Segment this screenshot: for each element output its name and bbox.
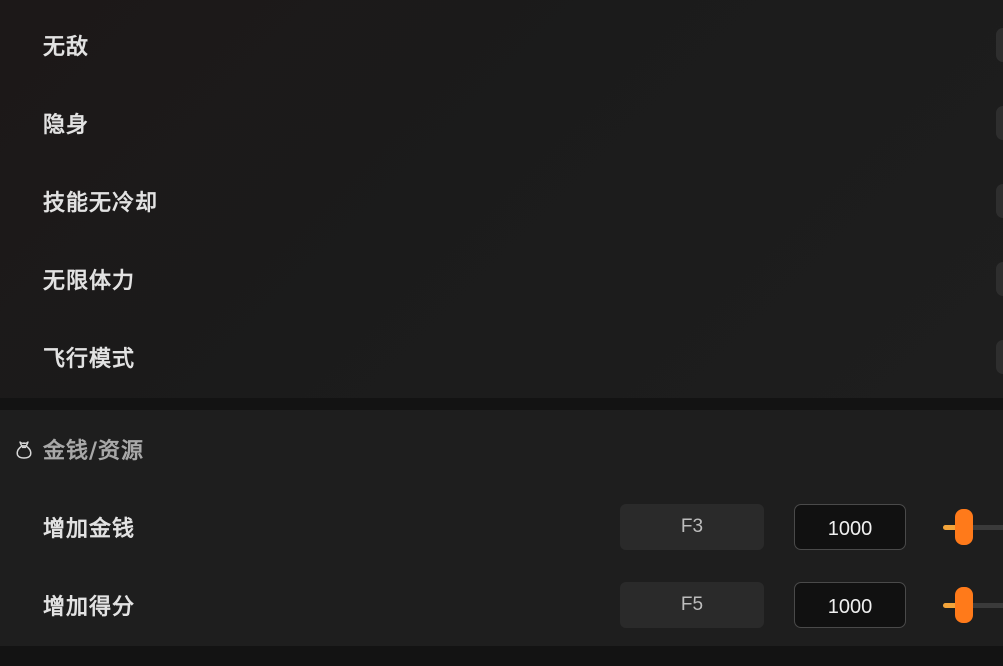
toggle-row-stealth[interactable]: 隐身 (0, 84, 1003, 162)
toggle-switch[interactable] (996, 28, 1003, 62)
cheat-menu: 无敌 隐身 技能无冷却 无限体力 飞行模式 金钱/资源 增加金钱 F3 1000… (0, 0, 1003, 666)
toggle-row-invincible[interactable]: 无敌 (0, 6, 1003, 84)
amount-input[interactable]: 1000 (794, 504, 906, 550)
slider-thumb[interactable] (955, 587, 973, 623)
toggle-switch[interactable] (996, 106, 1003, 140)
toggle-row-no-cooldown[interactable]: 技能无冷却 (0, 162, 1003, 240)
amount-input[interactable]: 1000 (794, 582, 906, 628)
toggle-label: 无敌 (43, 35, 90, 60)
toggle-switch[interactable] (996, 340, 1003, 374)
hotkey-button[interactable]: F5 (620, 582, 764, 628)
resource-label: 增加得分 (43, 595, 136, 620)
hotkey-button[interactable]: F3 (620, 504, 764, 550)
toggle-label: 隐身 (43, 113, 90, 138)
slider-thumb[interactable] (955, 509, 973, 545)
toggle-row-infinite-stamina[interactable]: 无限体力 (0, 240, 1003, 318)
money-bag-icon (13, 438, 35, 460)
amount-slider[interactable] (943, 507, 1003, 547)
resource-row-add-score: 增加得分 F5 1000 (0, 566, 1003, 644)
toggle-label: 技能无冷却 (43, 191, 159, 216)
general-cheats-panel: 无敌 隐身 技能无冷却 无限体力 飞行模式 (0, 0, 1003, 398)
section-title: 金钱/资源 (43, 439, 145, 464)
amount-slider[interactable] (943, 585, 1003, 625)
toggle-label: 飞行模式 (43, 347, 136, 372)
toggle-row-flight-mode[interactable]: 飞行模式 (0, 318, 1003, 396)
toggle-label: 无限体力 (43, 269, 136, 294)
toggle-switch[interactable] (996, 262, 1003, 296)
section-header-resources: 金钱/资源 (0, 420, 1003, 478)
resource-row-add-money: 增加金钱 F3 1000 (0, 488, 1003, 566)
toggle-switch[interactable] (996, 184, 1003, 218)
resource-label: 增加金钱 (43, 517, 136, 542)
